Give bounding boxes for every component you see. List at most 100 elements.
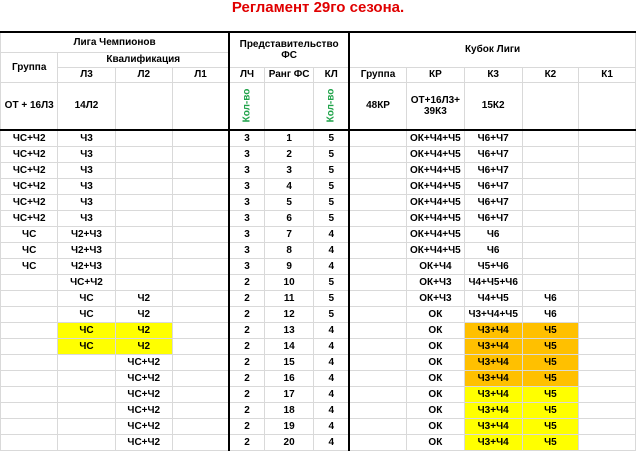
cell-group xyxy=(0,369,59,387)
cell-kr: ОК xyxy=(405,385,465,403)
cell-k1 xyxy=(578,273,636,291)
cell-cupgroup xyxy=(348,369,407,387)
table-row: ЧС Ч2 2 12 5 ОК Ч3+Ч4+Ч5 Ч6 xyxy=(0,305,636,323)
cell-l3: Ч2+Ч3 xyxy=(57,257,116,275)
cell-l1 xyxy=(171,241,230,259)
count-label: Кол-во xyxy=(241,88,253,123)
cell-kr: ОК xyxy=(405,305,465,323)
cell-k3: Ч3+Ч4 xyxy=(463,337,523,355)
cell-l3: Ч2+Ч3 xyxy=(57,241,116,259)
cell-cupgroup xyxy=(348,433,407,451)
kl-header: КЛ xyxy=(313,66,350,83)
cell-l3 xyxy=(57,417,116,435)
cell-rank: 8 xyxy=(263,241,315,259)
cell-k3: Ч3+Ч4 xyxy=(463,401,523,419)
cell-k1 xyxy=(578,417,636,435)
cell-cupgroup xyxy=(348,129,407,147)
sub-l2 xyxy=(114,81,173,131)
cell-lch: 2 xyxy=(228,289,265,307)
cell-group xyxy=(0,321,59,339)
cell-l1 xyxy=(171,369,230,387)
cell-k3: Ч6 xyxy=(463,225,523,243)
cell-cupgroup xyxy=(348,401,407,419)
cell-l2 xyxy=(114,193,173,211)
k2-header: К2 xyxy=(521,66,580,83)
cell-l3 xyxy=(57,385,116,403)
cell-k3: Ч3+Ч4 xyxy=(463,321,523,339)
cell-k1 xyxy=(578,337,636,355)
table-row: ЧС Ч2+Ч3 3 7 4 ОК+Ч4+Ч5 Ч6 xyxy=(0,225,636,243)
cell-l1 xyxy=(171,417,230,435)
cell-group: ЧС+Ч2 xyxy=(0,193,59,211)
cell-group xyxy=(0,433,59,451)
cell-l1 xyxy=(171,193,230,211)
cell-group xyxy=(0,289,59,307)
cell-cupgroup xyxy=(348,161,407,179)
representation-line2: ФС xyxy=(281,49,297,61)
cell-group: ЧС+Ч2 xyxy=(0,177,59,195)
cell-k3: Ч6+Ч7 xyxy=(463,129,523,147)
cell-kl: 4 xyxy=(313,369,350,387)
cell-k2: Ч6 xyxy=(521,289,580,307)
cell-kl: 5 xyxy=(313,305,350,323)
table-row: ЧС Ч2+Ч3 3 8 4 ОК+Ч4+Ч5 Ч6 xyxy=(0,241,636,259)
cell-lch: 3 xyxy=(228,145,265,163)
table-row: ЧС+Ч2 2 19 4 ОК Ч3+Ч4 Ч5 xyxy=(0,417,636,435)
cell-group xyxy=(0,417,59,435)
cell-kl: 5 xyxy=(313,273,350,291)
cell-k3: Ч6 xyxy=(463,241,523,259)
sub-lch-count: Кол-во xyxy=(228,81,265,131)
cell-group xyxy=(0,273,59,291)
cell-rank: 1 xyxy=(263,129,315,147)
cell-l3 xyxy=(57,353,116,371)
cell-k1 xyxy=(578,145,636,163)
cell-kr: ОК+Ч4+Ч5 xyxy=(405,145,465,163)
cell-k2 xyxy=(521,177,580,195)
cell-lch: 3 xyxy=(228,177,265,195)
sub-rank xyxy=(263,81,315,131)
cell-kr: ОК+Ч4+Ч5 xyxy=(405,225,465,243)
cell-lch: 2 xyxy=(228,273,265,291)
k3-header: К3 xyxy=(463,66,523,83)
spreadsheet-page: Регламент 29го сезона. Лига Чемпионов Пр… xyxy=(0,0,636,452)
cell-kr: ОК xyxy=(405,401,465,419)
cell-kl: 5 xyxy=(313,289,350,307)
cell-k2: Ч5 xyxy=(521,433,580,451)
table-row: ЧС+Ч2 Ч3 3 3 5 ОК+Ч4+Ч5 Ч6+Ч7 xyxy=(0,161,636,179)
cell-k2 xyxy=(521,193,580,211)
cell-kl: 4 xyxy=(313,337,350,355)
cell-rank: 18 xyxy=(263,401,315,419)
cell-group: ЧС+Ч2 xyxy=(0,129,59,147)
cell-l1 xyxy=(171,433,230,451)
cell-l2: ЧС+Ч2 xyxy=(114,385,173,403)
cell-l1 xyxy=(171,161,230,179)
cell-rank: 12 xyxy=(263,305,315,323)
kr-header: КР xyxy=(405,66,465,83)
cell-kr: ОК+Ч4+Ч5 xyxy=(405,177,465,195)
cell-l2: ЧС+Ч2 xyxy=(114,417,173,435)
cell-l1 xyxy=(171,385,230,403)
cell-k1 xyxy=(578,241,636,259)
cell-l3: ЧС xyxy=(57,305,116,323)
cell-l2 xyxy=(114,257,173,275)
sub-kr: ОТ+16Л3+ 39К3 xyxy=(405,81,465,131)
cell-k1 xyxy=(578,289,636,307)
cell-rank: 15 xyxy=(263,353,315,371)
cell-l1 xyxy=(171,177,230,195)
cell-l2: ЧС+Ч2 xyxy=(114,433,173,451)
cell-k2 xyxy=(521,161,580,179)
cell-l3: Ч3 xyxy=(57,177,116,195)
cell-k2 xyxy=(521,225,580,243)
cell-kl: 4 xyxy=(313,417,350,435)
cell-rank: 16 xyxy=(263,369,315,387)
cell-l2 xyxy=(114,225,173,243)
cell-lch: 2 xyxy=(228,433,265,451)
cell-k2: Ч5 xyxy=(521,353,580,371)
cell-l3: Ч3 xyxy=(57,129,116,147)
cell-l2 xyxy=(114,273,173,291)
cell-kl: 4 xyxy=(313,385,350,403)
cell-cupgroup xyxy=(348,353,407,371)
cell-k3: Ч6+Ч7 xyxy=(463,177,523,195)
table-row: ЧС+Ч2 2 15 4 ОК Ч3+Ч4 Ч5 xyxy=(0,353,636,371)
cell-k3: Ч4+Ч5+Ч6 xyxy=(463,273,523,291)
